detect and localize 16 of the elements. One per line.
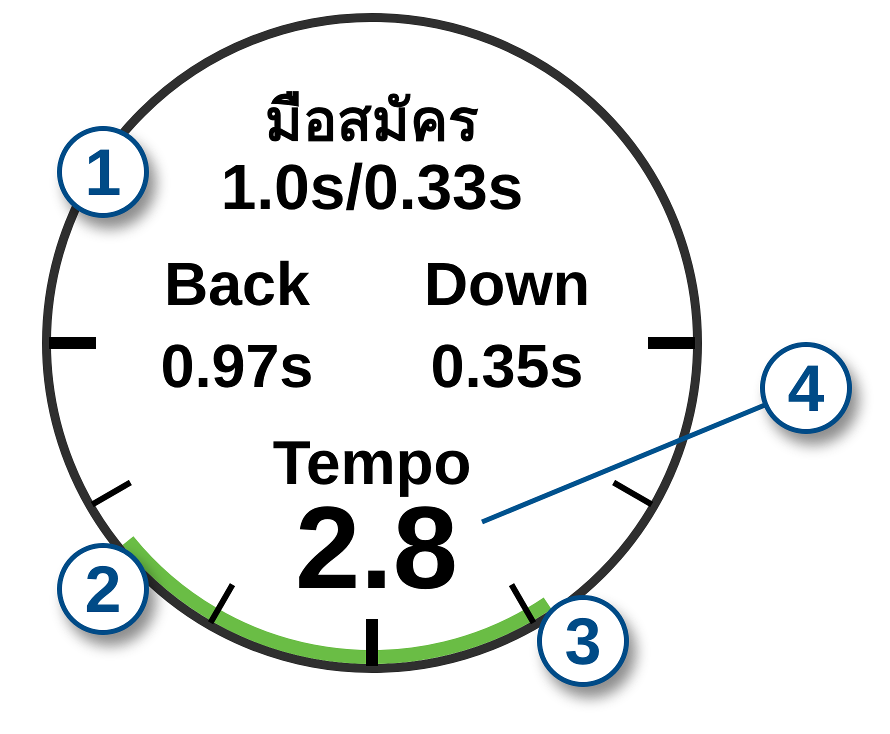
metric-value: 0.35s: [430, 336, 584, 397]
metric-label: Down: [424, 254, 590, 315]
metric-label: Back: [164, 254, 310, 315]
callout-marker: 3: [537, 595, 629, 687]
tick-mark: [612, 480, 654, 508]
tick-mark: [648, 337, 695, 349]
tick-mark: [90, 480, 132, 508]
tick-mark: [49, 337, 96, 349]
tick-mark: [366, 619, 378, 666]
callout-marker: 4: [760, 342, 852, 434]
metric-value: 0.97s: [160, 336, 314, 397]
tick-mark: [508, 583, 536, 624]
level-title: มือสมัคร: [265, 93, 479, 150]
callout-marker: 2: [57, 543, 149, 635]
tick-mark: [208, 583, 236, 624]
target-times: 1.0s/0.33s: [220, 155, 524, 219]
